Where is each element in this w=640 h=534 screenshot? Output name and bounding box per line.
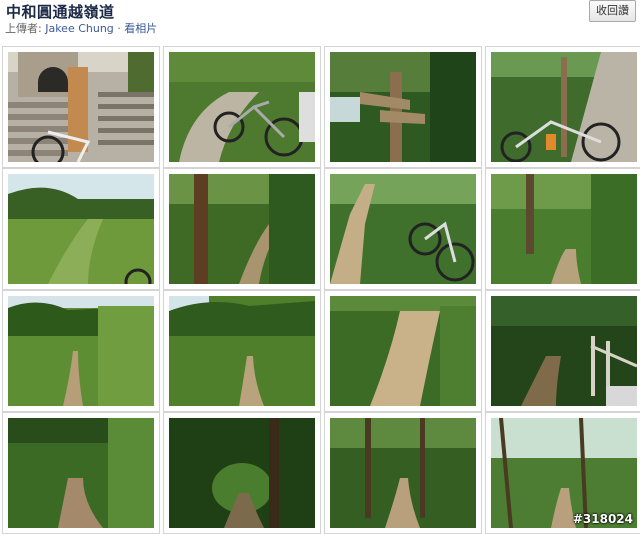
- photo-bright-forest: #318024: [491, 418, 637, 528]
- photo-thumbnail[interactable]: [163, 412, 321, 534]
- photo-signpost: [330, 52, 476, 162]
- photo-forest-trunk: [169, 174, 315, 284]
- photo-grassy-slope: [8, 296, 154, 406]
- photo-thumbnail[interactable]: [163, 46, 321, 168]
- photo-stairs-railing: [491, 52, 637, 162]
- photo-thumbnail[interactable]: [324, 168, 482, 290]
- photo-bamboo-trail: [8, 418, 154, 528]
- photo-stone-stairs: [8, 52, 154, 162]
- photo-thumbnail[interactable]: [2, 168, 160, 290]
- photo-thumbnail[interactable]: [163, 290, 321, 412]
- photo-thumbnail[interactable]: [2, 412, 160, 534]
- photo-grass-trail: [8, 174, 154, 284]
- photo-thumbnail[interactable]: [2, 290, 160, 412]
- uploader-label: 上傳者:: [5, 22, 42, 35]
- photo-dirt-trail-bike: [330, 174, 476, 284]
- uploader-link[interactable]: Jakee Chung: [45, 22, 114, 35]
- photo-thumbnail[interactable]: [324, 412, 482, 534]
- photo-forest-path: [491, 174, 637, 284]
- view-photos-link[interactable]: 看相片: [124, 22, 157, 35]
- photo-rocky-trail: [330, 296, 476, 406]
- photo-thumbnail[interactable]: [163, 168, 321, 290]
- header: 中和圓通越嶺道 上傳者: Jakee Chung · 看相片 收回讚: [0, 0, 640, 44]
- photo-thumbnail[interactable]: [2, 46, 160, 168]
- album-title: 中和圓通越嶺道: [6, 3, 115, 21]
- watermark: #318024: [572, 512, 633, 526]
- photo-thumbnail[interactable]: [324, 46, 482, 168]
- byline: 上傳者: Jakee Chung · 看相片: [5, 20, 157, 36]
- photo-thumbnail[interactable]: [485, 290, 640, 412]
- photo-dark-forest-fence: [491, 296, 637, 406]
- photo-path-bikes: [169, 52, 315, 162]
- photo-tunnel-forest: [169, 418, 315, 528]
- photo-thumbnail[interactable]: #318024: [485, 412, 640, 534]
- photo-thumbnail[interactable]: [485, 46, 640, 168]
- photo-grassy-hill: [169, 296, 315, 406]
- photo-thumbnail[interactable]: [324, 290, 482, 412]
- photo-dense-forest: [330, 418, 476, 528]
- unlike-button[interactable]: 收回讚: [589, 0, 636, 22]
- photo-thumbnail[interactable]: [485, 168, 640, 290]
